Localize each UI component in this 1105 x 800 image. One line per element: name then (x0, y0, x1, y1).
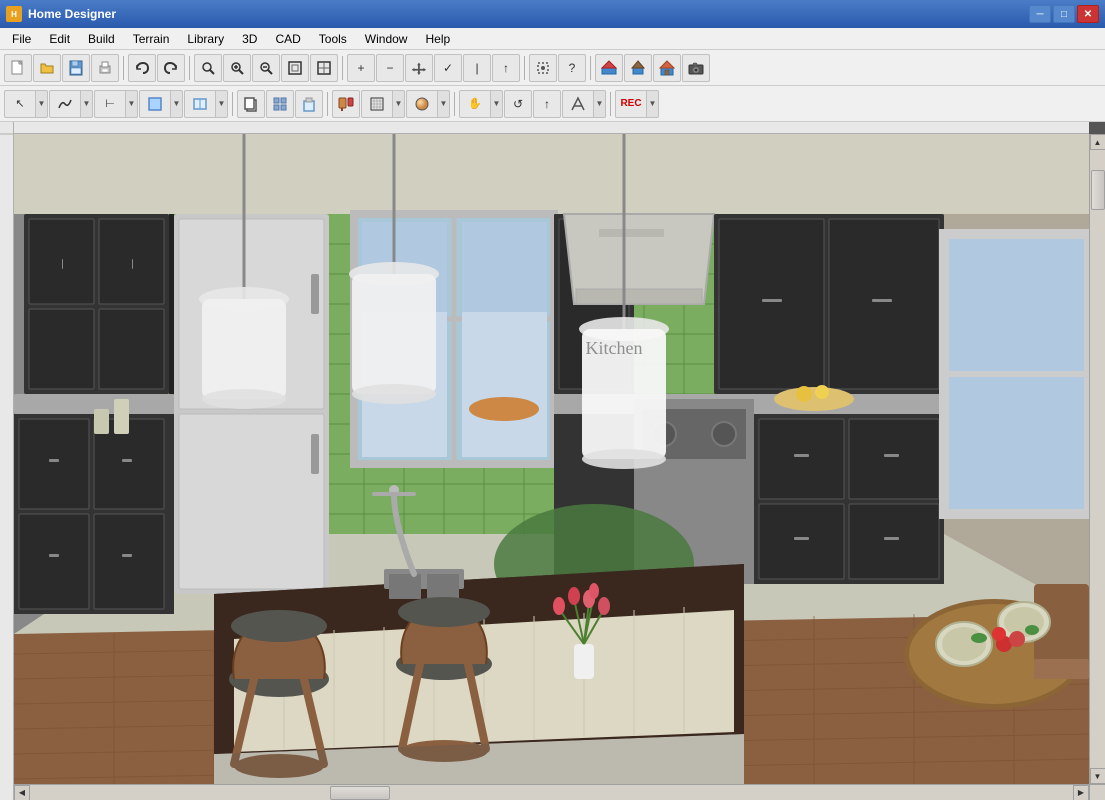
print-button[interactable] (91, 54, 119, 82)
zoom-out-button[interactable] (252, 54, 280, 82)
grab-dropdown[interactable]: ✋ ▼ (459, 90, 503, 118)
menu-library[interactable]: Library (179, 30, 232, 48)
undo-button[interactable] (128, 54, 156, 82)
menu-cad[interactable]: CAD (267, 30, 308, 48)
roof-button[interactable] (624, 54, 652, 82)
up-arrow-button[interactable]: ↑ (492, 54, 520, 82)
move-button[interactable] (405, 54, 433, 82)
fit-view-button[interactable] (281, 54, 309, 82)
up-arrow2-button[interactable]: ↑ (533, 90, 561, 118)
copy-button[interactable] (237, 90, 265, 118)
kitchen-3d-view[interactable]: Kitchen (14, 134, 1089, 784)
app-icon: H (6, 6, 22, 22)
toolbar1: + − ✓ | ↑ ? (0, 50, 1105, 86)
subtract-button[interactable]: − (376, 54, 404, 82)
menu-3d[interactable]: 3D (234, 30, 265, 48)
minimize-button[interactable]: ─ (1029, 5, 1051, 23)
scroll-right-button[interactable]: ▶ (1073, 785, 1089, 800)
component-button[interactable] (266, 90, 294, 118)
open-button[interactable] (33, 54, 61, 82)
kitchen-scene-svg: Kitchen (14, 134, 1089, 784)
svg-text:Kitchen: Kitchen (586, 338, 643, 358)
help-button[interactable]: ? (558, 54, 586, 82)
zoom-in-button[interactable] (223, 54, 251, 82)
toolbar2-sep3 (454, 92, 455, 116)
ruler-top (14, 122, 1089, 134)
toolbar2-sep2 (327, 92, 328, 116)
window-controls: ─ □ ✕ (1029, 5, 1099, 23)
camera-button[interactable] (682, 54, 710, 82)
cabinet-dropdown[interactable]: ▼ (184, 90, 228, 118)
add-button[interactable]: + (347, 54, 375, 82)
menu-terrain[interactable]: Terrain (125, 30, 178, 48)
toolbar1-sep2 (189, 56, 190, 80)
zoom-glass-button[interactable] (194, 54, 222, 82)
scroll-thumb-v[interactable] (1091, 170, 1105, 210)
menu-build[interactable]: Build (80, 30, 123, 48)
menu-file[interactable]: File (4, 30, 39, 48)
scroll-left-button[interactable]: ◀ (14, 785, 30, 800)
menu-help[interactable]: Help (417, 30, 458, 48)
toolbar1-sep1 (123, 56, 124, 80)
redo-button[interactable] (157, 54, 185, 82)
toolbar1-sep5 (590, 56, 591, 80)
horizontal-scrollbar[interactable]: ◀ ▶ (14, 784, 1089, 800)
menu-window[interactable]: Window (357, 30, 416, 48)
snap-button[interactable] (529, 54, 557, 82)
dimension-dropdown[interactable]: ⊢ ▼ (94, 90, 138, 118)
fill-dropdown[interactable]: ▼ (139, 90, 183, 118)
paste-button[interactable] (295, 90, 323, 118)
scroll-up-button[interactable]: ▲ (1090, 134, 1105, 150)
menu-edit[interactable]: Edit (41, 30, 78, 48)
rotate-button[interactable]: ↺ (504, 90, 532, 118)
menu-bar: File Edit Build Terrain Library 3D CAD T… (0, 28, 1105, 50)
scroll-down-button[interactable]: ▼ (1090, 768, 1105, 784)
house-button[interactable] (653, 54, 681, 82)
toolbar1-sep4 (524, 56, 525, 80)
new-button[interactable] (4, 54, 32, 82)
menu-tools[interactable]: Tools (311, 30, 355, 48)
ruler-left (0, 122, 14, 800)
toolbar1-sep3 (342, 56, 343, 80)
material-dropdown[interactable]: ▼ (406, 90, 450, 118)
wall-button[interactable] (595, 54, 623, 82)
title-bar: H Home Designer ─ □ ✕ (0, 0, 1105, 28)
toolbar2-sep1 (232, 92, 233, 116)
record-dropdown[interactable]: REC ▼ (615, 90, 659, 118)
window-title: Home Designer (28, 7, 1029, 21)
scroll-track-h[interactable] (30, 785, 1073, 800)
toolbar2-sep4 (610, 92, 611, 116)
canvas-area: Kitchen ▲ ▼ ◀ ▶ (14, 122, 1105, 800)
vertical-scrollbar[interactable]: ▲ ▼ (1089, 134, 1105, 784)
paint-button[interactable] (332, 90, 360, 118)
texture-dropdown[interactable]: ▼ (361, 90, 405, 118)
toolbar2: ↖ ▼ ▼ ⊢ ▼ ▼ ▼ ▼ (0, 86, 1105, 122)
line-button[interactable]: | (463, 54, 491, 82)
transform-dropdown[interactable]: ▼ (562, 90, 606, 118)
select-dropdown[interactable]: ↖ ▼ (4, 90, 48, 118)
scroll-thumb-h[interactable] (330, 786, 390, 800)
scroll-track-v[interactable] (1090, 150, 1105, 768)
close-button[interactable]: ✕ (1077, 5, 1099, 23)
maximize-button[interactable]: □ (1053, 5, 1075, 23)
check-button[interactable]: ✓ (434, 54, 462, 82)
polyline-dropdown[interactable]: ▼ (49, 90, 93, 118)
main-area: Kitchen ▲ ▼ ◀ ▶ (0, 122, 1105, 800)
save-button[interactable] (62, 54, 90, 82)
actual-size-button[interactable] (310, 54, 338, 82)
scroll-corner (1089, 784, 1105, 800)
